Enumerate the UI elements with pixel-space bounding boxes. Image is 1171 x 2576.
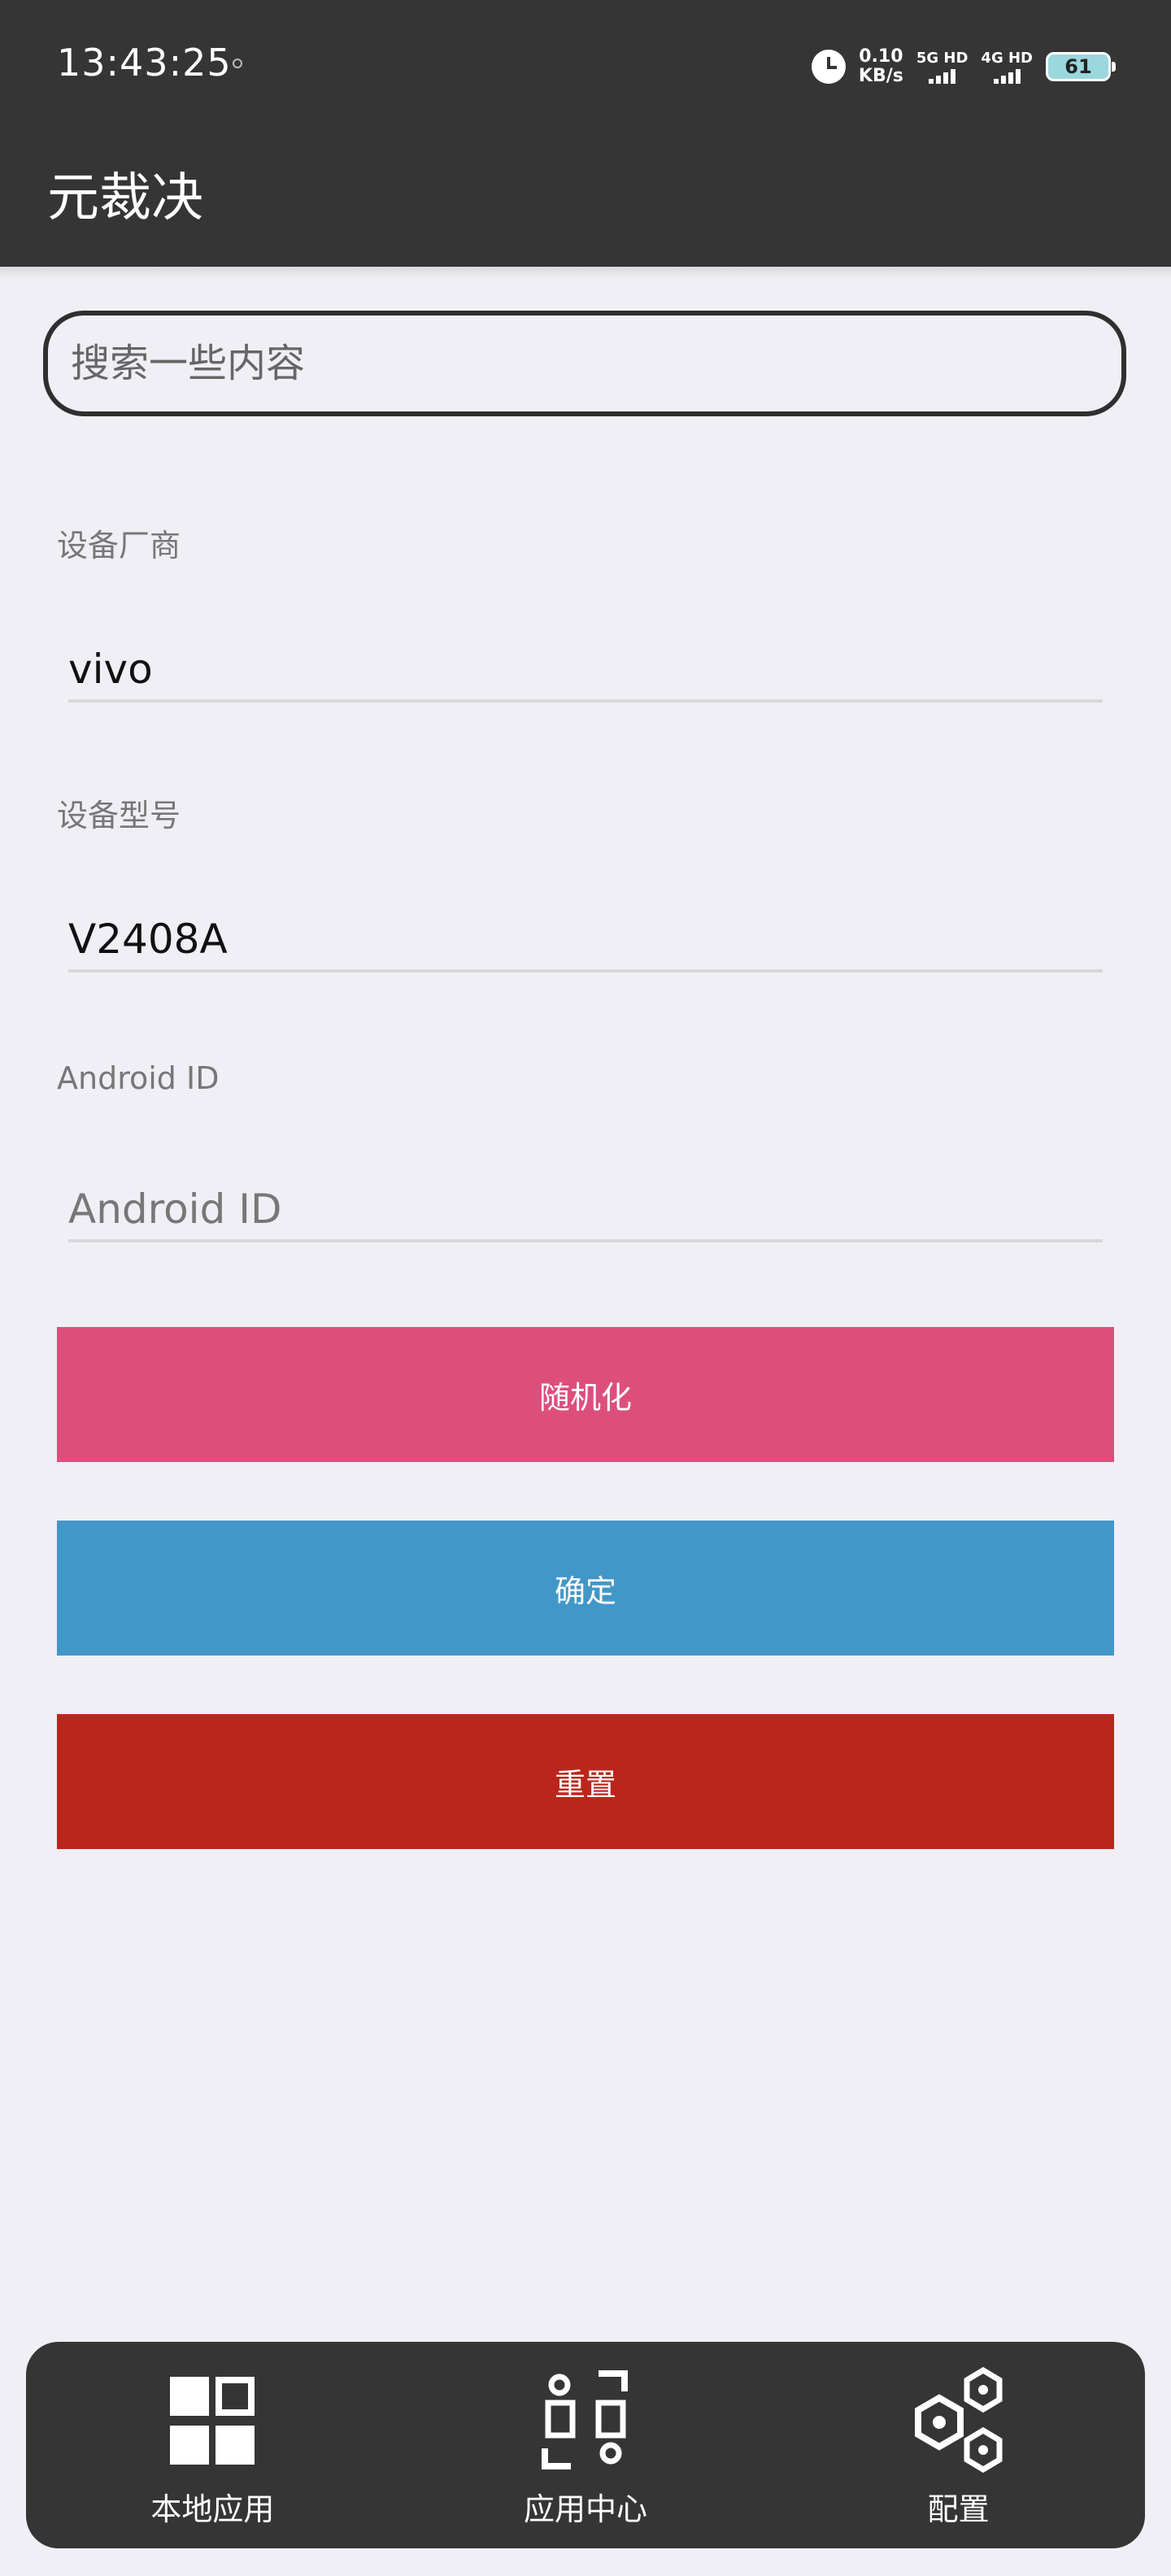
signal-bars-icon [993, 67, 1021, 84]
app-bar-shadow [0, 267, 1171, 280]
grid-icon [170, 2377, 255, 2465]
notification-dot-icon [233, 59, 242, 68]
app-center-icon [542, 2370, 628, 2469]
randomize-button[interactable]: 随机化 [57, 1327, 1114, 1462]
sim1-signal: 5G HD [916, 50, 968, 84]
manufacturer-input[interactable] [68, 639, 1103, 703]
sim2-signal: 4G HD [981, 50, 1033, 84]
model-input[interactable] [68, 909, 1103, 973]
bottom-nav: 本地应用 应用中心 配置 [26, 2342, 1145, 2548]
nav-label: 应用中心 [524, 2491, 648, 2527]
alarm-icon [811, 50, 846, 84]
search-input[interactable] [43, 311, 1126, 416]
nav-local-apps[interactable]: 本地应用 [26, 2342, 399, 2548]
app-bar: 元裁决 [0, 128, 1171, 267]
nav-label: 本地应用 [150, 2491, 275, 2527]
nav-app-center[interactable]: 应用中心 [399, 2342, 773, 2548]
android-id-label: Android ID [57, 1060, 220, 1096]
status-bar: 13:43:25 0.10 KB/s 5G HD 4G HD 61 [0, 0, 1171, 128]
model-label: 设备型号 [57, 798, 181, 833]
status-icons: 0.10 KB/s 5G HD 4G HD 61 [811, 42, 1116, 91]
confirm-button[interactable]: 确定 [57, 1521, 1114, 1656]
manufacturer-label: 设备厂商 [57, 528, 181, 564]
hexagon-config-icon [914, 2367, 1003, 2473]
app-title: 元裁决 [47, 168, 203, 228]
signal-bars-icon [929, 67, 956, 84]
nav-config[interactable]: 配置 [772, 2342, 1145, 2548]
battery-icon: 61 [1046, 52, 1116, 81]
reset-button[interactable]: 重置 [57, 1714, 1114, 1849]
status-time: 13:43:25 [57, 41, 232, 85]
android-id-input[interactable] [68, 1179, 1103, 1242]
nav-label: 配置 [927, 2491, 990, 2527]
network-speed: 0.10 KB/s [858, 46, 903, 86]
